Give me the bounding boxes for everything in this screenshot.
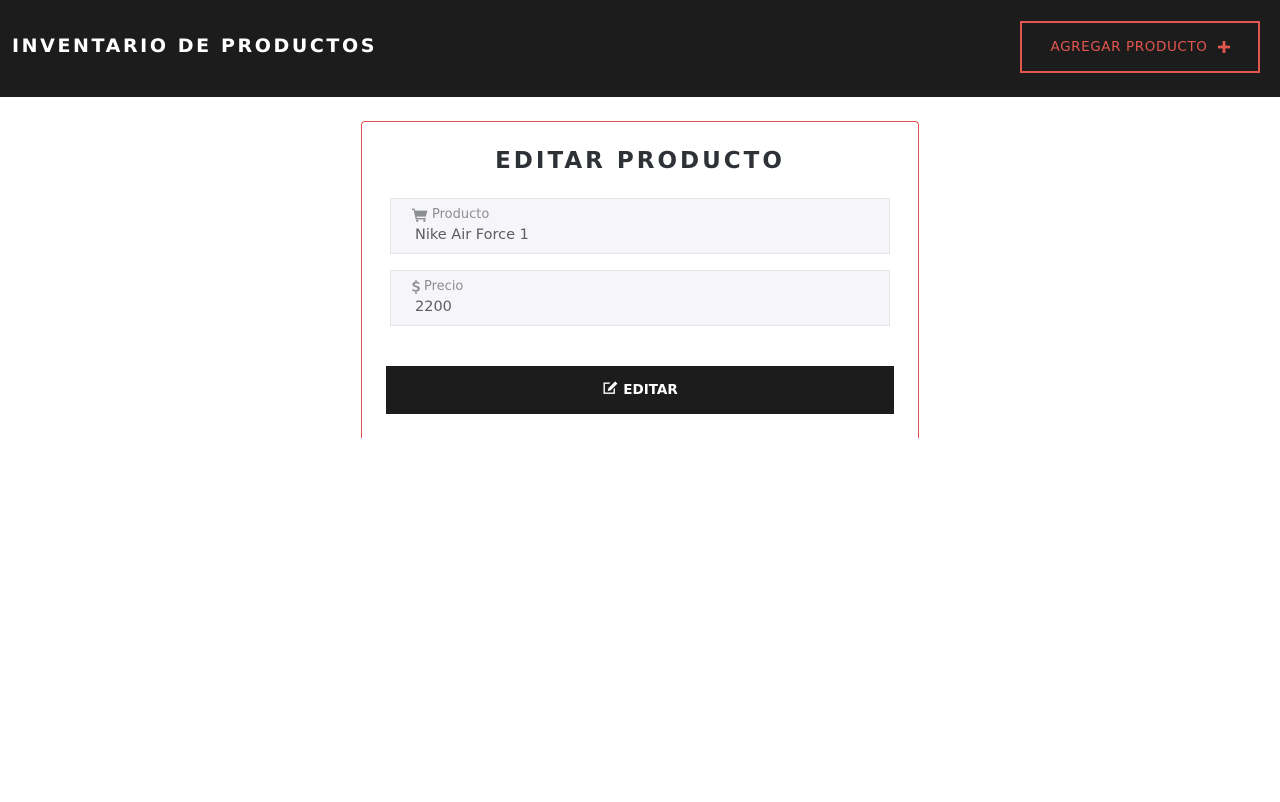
dollar-icon: [412, 280, 420, 294]
price-field-label: Precio: [412, 279, 463, 295]
price-label-text: Precio: [424, 279, 464, 294]
edit-submit-label: EDITAR: [623, 382, 678, 398]
form-title: EDITAR PRODUCTO: [495, 148, 785, 174]
add-product-label: AGREGAR PRODUCTO: [1050, 39, 1208, 55]
add-product-button[interactable]: AGREGAR PRODUCTO: [1020, 21, 1260, 73]
edit-submit-button[interactable]: EDITAR: [386, 366, 894, 414]
product-field: Producto: [390, 198, 890, 254]
shopping-cart-icon: [412, 208, 428, 222]
edit-product-card: EDITAR PRODUCTO Producto Precio: [361, 121, 919, 438]
price-field: Precio: [390, 270, 890, 326]
edit-icon: [602, 381, 618, 399]
top-navbar: INVENTARIO DE PRODUCTOS AGREGAR PRODUCTO: [0, 0, 1280, 97]
product-label-text: Producto: [432, 207, 490, 222]
plus-icon: [1217, 41, 1230, 53]
product-field-label: Producto: [412, 207, 489, 223]
price-input[interactable]: [415, 296, 865, 318]
product-input[interactable]: [415, 224, 865, 246]
app-brand-title: INVENTARIO DE PRODUCTOS: [12, 35, 378, 57]
